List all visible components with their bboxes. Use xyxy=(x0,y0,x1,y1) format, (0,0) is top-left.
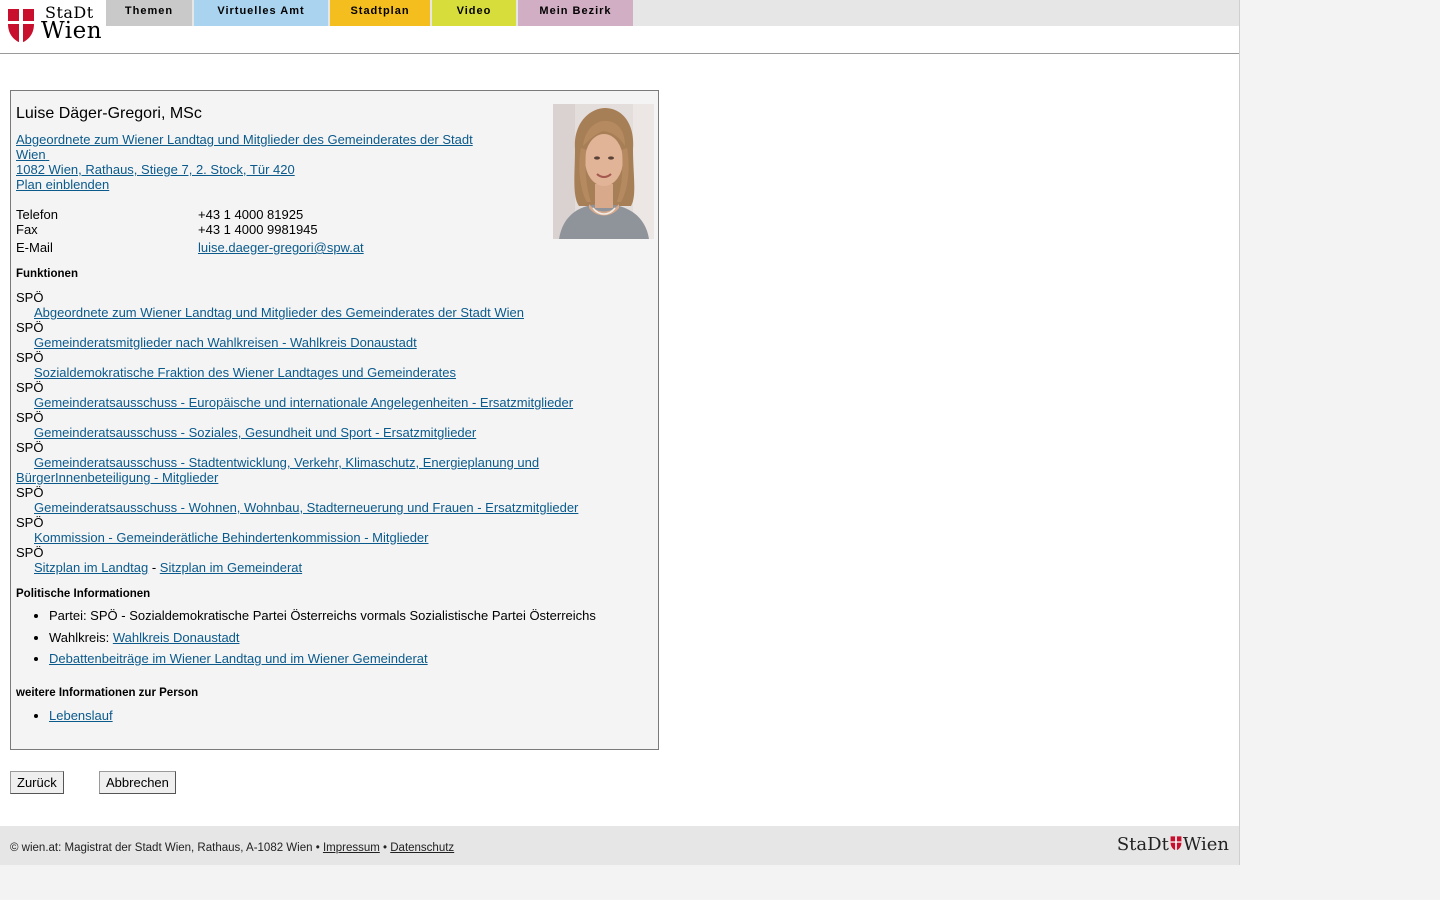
tab-virtuelles-amt[interactable]: Virtuelles Amt xyxy=(194,0,328,26)
function-link[interactable]: Gemeinderatsausschuss - Stadtentwicklung… xyxy=(16,455,539,485)
stadt-wien-logo[interactable]: StaDt Wien xyxy=(5,3,103,46)
email-label: E-Mail xyxy=(16,240,53,255)
telefon-row: Telefon +43 1 4000 81925 xyxy=(16,207,516,222)
politische-informationen-heading: Politische Informationen xyxy=(16,588,151,600)
footer-logo-wien: Wien xyxy=(1182,834,1229,855)
plan-einblenden-link[interactable]: Plan einblenden xyxy=(16,177,486,192)
sitzplan-links: Sitzplan im Landtag - Sitzplan im Gemein… xyxy=(16,560,302,575)
function-party: SPÖ xyxy=(16,410,44,425)
address-link[interactable]: 1082 Wien, Rathaus, Stiege 7, 2. Stock, … xyxy=(16,162,486,177)
function-link[interactable]: Sozialdemokratische Fraktion des Wiener … xyxy=(16,365,456,380)
datenschutz-link[interactable]: Datenschutz xyxy=(390,842,454,854)
function-party: SPÖ xyxy=(16,350,44,365)
function-party: SPÖ xyxy=(16,290,44,305)
footer-copyright: © wien.at: Magistrat der Stadt Wien, Rat… xyxy=(10,842,320,854)
tab-stadtplan[interactable]: Stadtplan xyxy=(330,0,430,26)
impressum-link[interactable]: Impressum xyxy=(323,842,380,854)
sitzplan-separator: - xyxy=(151,560,157,575)
function-link[interactable]: Gemeinderatsausschuss - Soziales, Gesund… xyxy=(16,425,476,440)
footer-logo-stadt: StaDt xyxy=(1116,834,1169,855)
portrait-image xyxy=(553,104,654,239)
footer-wien-shield-icon xyxy=(1170,836,1182,851)
fax-value: +43 1 4000 9981945 xyxy=(198,222,318,237)
person-name: Luise Däger-Gregori, MSc xyxy=(16,105,202,122)
function-party: SPÖ xyxy=(16,485,44,500)
header: StaDt Wien Themen Virtuelles Amt Stadtpl… xyxy=(0,0,1239,54)
lebenslauf-item: Lebenslauf xyxy=(49,708,113,723)
funktionen-heading: Funktionen xyxy=(16,268,78,280)
function-link[interactable]: Kommission - Gemeinderätliche Behinderte… xyxy=(16,530,429,545)
function-link[interactable]: Abgeordnete zum Wiener Landtag und Mitgl… xyxy=(16,305,524,320)
weitere-informationen-heading: weitere Informationen zur Person xyxy=(16,687,199,699)
tab-mein-bezirk[interactable]: Mein Bezirk xyxy=(518,0,633,26)
telefon-value: +43 1 4000 81925 xyxy=(198,207,304,222)
person-photo xyxy=(553,104,654,239)
contact-block: Telefon +43 1 4000 81925 Fax +43 1 4000 … xyxy=(16,207,516,255)
telefon-label: Telefon xyxy=(16,207,58,222)
email-link[interactable]: luise.daeger-gregori@spw.at xyxy=(198,240,364,255)
debatten-item: Debattenbeiträge im Wiener Landtag und i… xyxy=(49,651,596,673)
wahlkreis-link[interactable]: Wahlkreis Donaustadt xyxy=(113,630,240,645)
function-party: SPÖ xyxy=(16,545,44,560)
footer-stadt-wien-logo[interactable]: StaDt Wien xyxy=(1117,834,1229,855)
wahlkreis-item: Wahlkreis: Wahlkreis Donaustadt xyxy=(49,630,596,652)
debatten-link[interactable]: Debattenbeiträge im Wiener Landtag und i… xyxy=(49,651,428,666)
email-row: E-Mail luise.daeger-gregori@spw.at xyxy=(16,240,516,255)
footer-bullet: • xyxy=(383,842,388,854)
wahlkreis-label: Wahlkreis: xyxy=(49,629,110,645)
page: StaDt Wien Themen Virtuelles Amt Stadtpl… xyxy=(0,0,1240,865)
function-party: SPÖ xyxy=(16,515,44,530)
person-card: Luise Däger-Gregori, MSc Abgeordnete zum… xyxy=(10,90,659,750)
address-block: Abgeordnete zum Wiener Landtag und Mitgl… xyxy=(16,132,486,192)
role-link[interactable]: Abgeordnete zum Wiener Landtag und Mitgl… xyxy=(16,132,486,162)
footer-text: © wien.at: Magistrat der Stadt Wien, Rat… xyxy=(10,842,454,854)
weitere-info-list: Lebenslauf xyxy=(16,708,113,723)
function-link[interactable]: Gemeinderatsausschuss - Wohnen, Wohnbau,… xyxy=(16,500,578,515)
function-party: SPÖ xyxy=(16,440,44,455)
political-info-list: Partei: SPÖ - Sozialdemokratische Partei… xyxy=(16,608,596,673)
back-button[interactable]: Zurück xyxy=(10,771,64,794)
cancel-button[interactable]: Abbrechen xyxy=(99,771,176,794)
logo-wien-text: Wien xyxy=(41,18,103,44)
partei-item: Partei: SPÖ - Sozialdemokratische Partei… xyxy=(49,608,596,630)
footer: © wien.at: Magistrat der Stadt Wien, Rat… xyxy=(0,826,1239,865)
fax-row: Fax +43 1 4000 9981945 xyxy=(16,222,516,237)
function-party: SPÖ xyxy=(16,320,44,335)
sitzplan-gemeinderat-link[interactable]: Sitzplan im Gemeinderat xyxy=(160,560,302,575)
function-party: SPÖ xyxy=(16,380,44,395)
lebenslauf-link[interactable]: Lebenslauf xyxy=(49,708,113,723)
wien-shield-icon xyxy=(8,9,34,43)
sitzplan-landtag-link[interactable]: Sitzplan im Landtag xyxy=(34,560,148,575)
fax-label: Fax xyxy=(16,222,38,237)
function-link[interactable]: Gemeinderatsausschuss - Europäische und … xyxy=(16,395,573,410)
functions-list: SPÖ Abgeordnete zum Wiener Landtag und M… xyxy=(16,290,616,575)
tab-themen[interactable]: Themen xyxy=(106,0,192,26)
function-link[interactable]: Gemeinderatsmitglieder nach Wahlkreisen … xyxy=(16,335,417,350)
tab-video[interactable]: Video xyxy=(432,0,516,26)
